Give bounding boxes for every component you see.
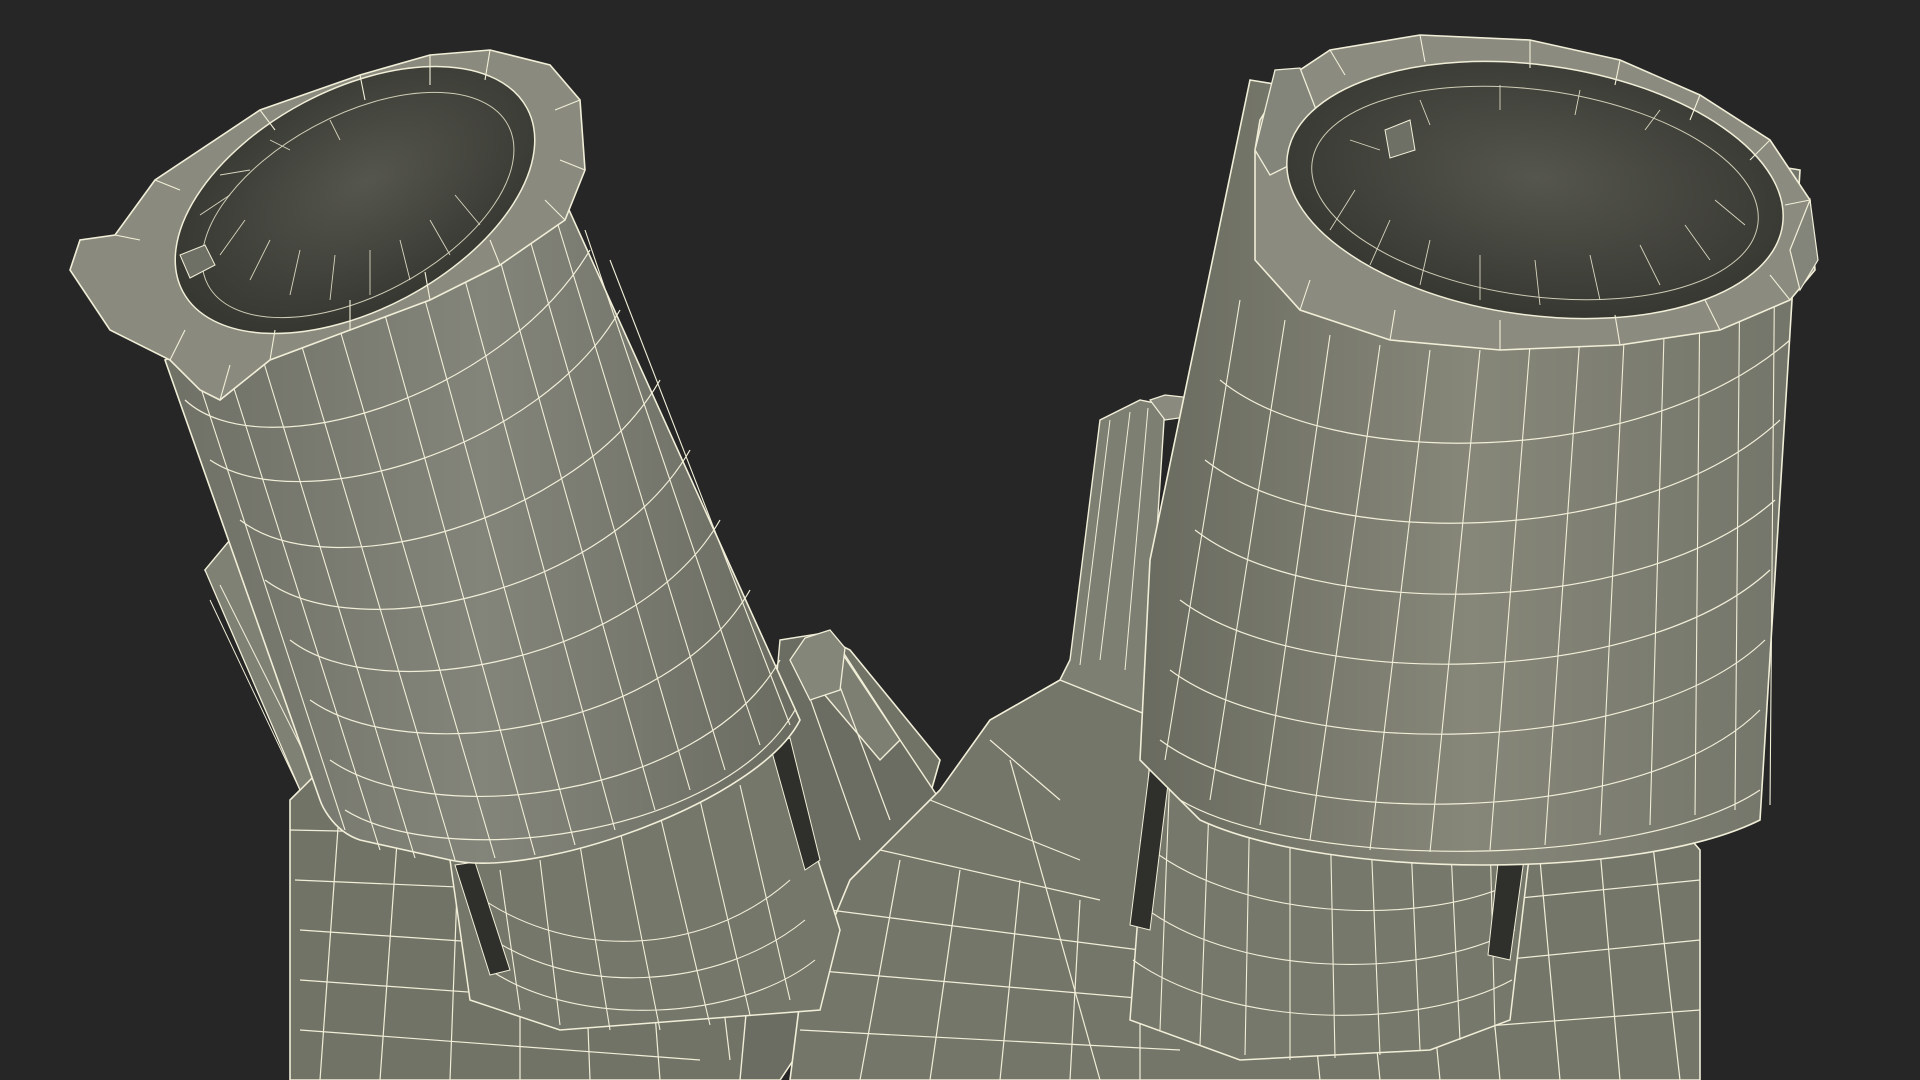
right-tube xyxy=(1139,34,1819,866)
wireframe-model-render xyxy=(69,34,1819,1080)
render-viewport xyxy=(0,0,1920,1080)
left-tube xyxy=(69,49,801,864)
